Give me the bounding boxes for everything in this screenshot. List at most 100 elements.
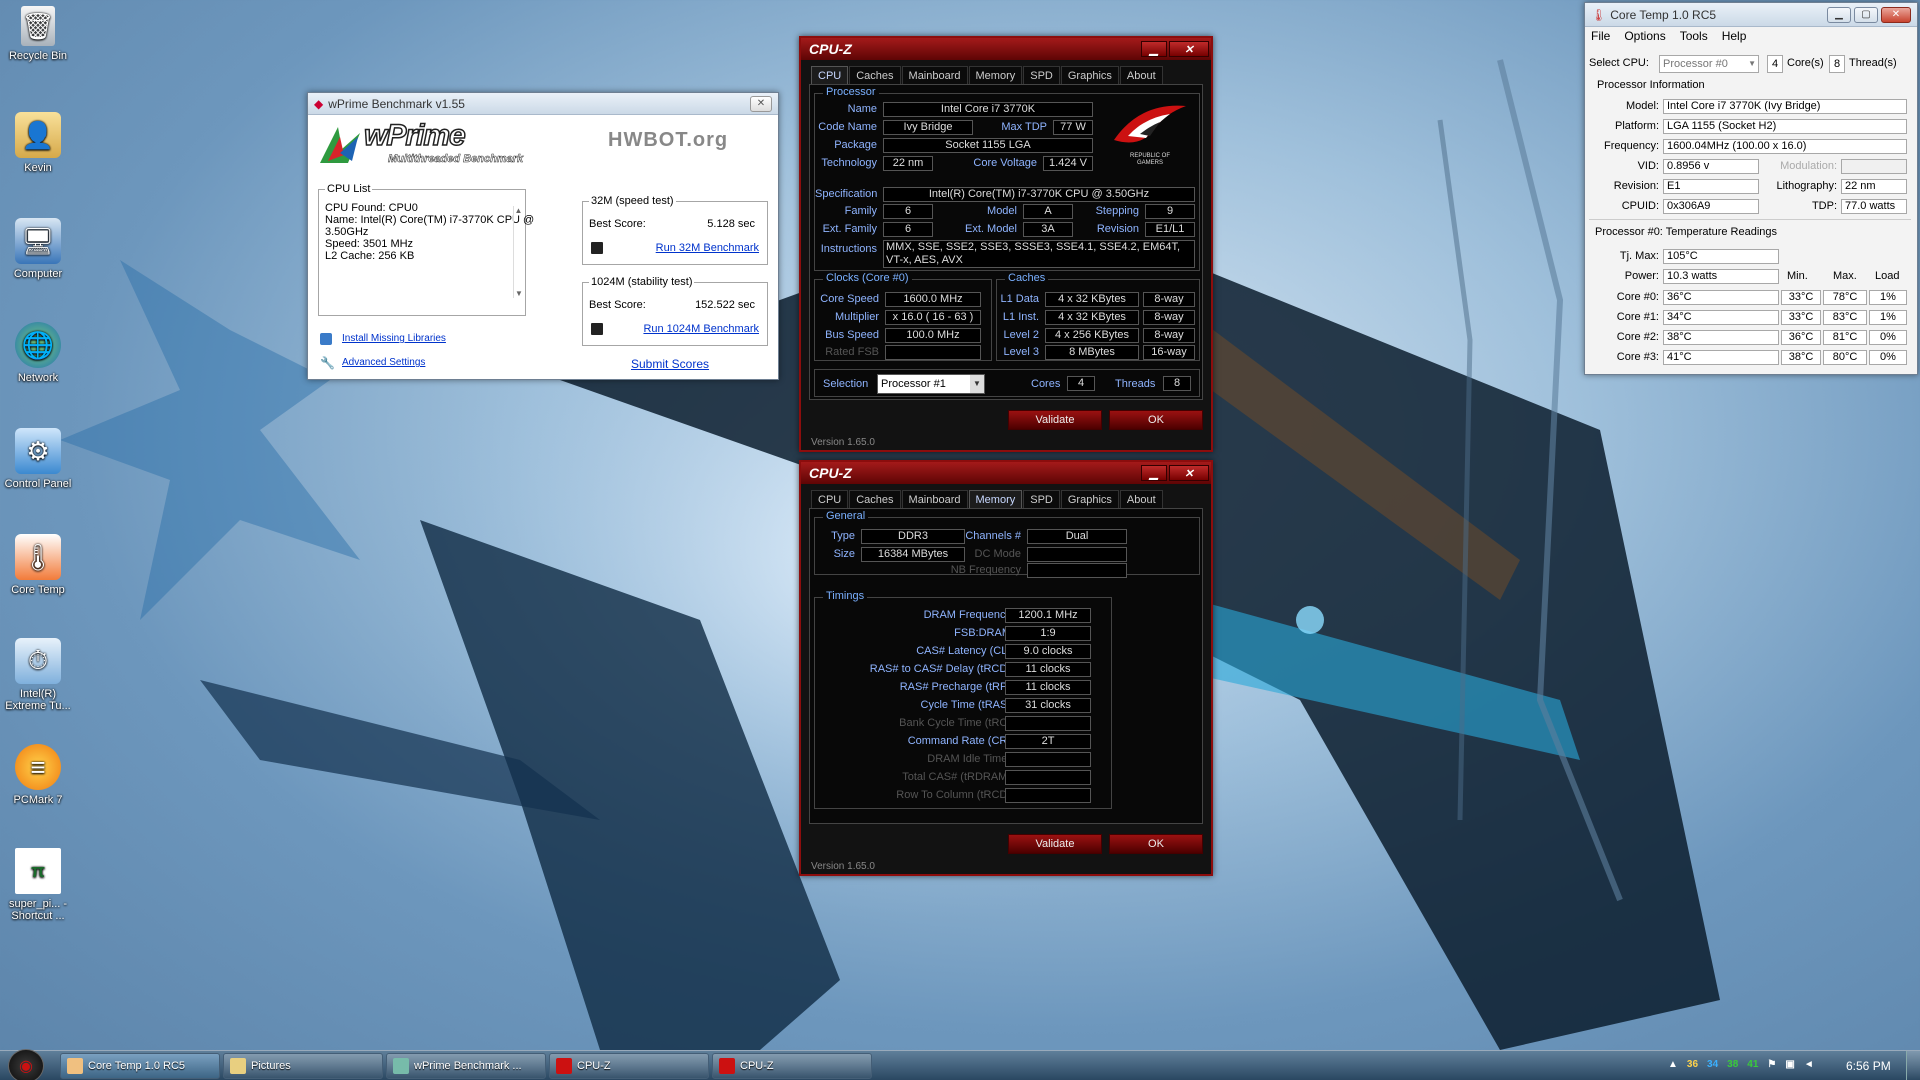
selection-label: Selection [823,378,869,390]
core-temp-window: 🌡 Core Temp 1.0 RC5 ▁ ▢ ✕ File Options T… [1584,2,1918,375]
processor-select[interactable]: Processor #1 ▼ [877,374,985,394]
validate-button[interactable]: Validate [1008,410,1102,430]
scroll-down-icon[interactable]: ▼ [514,289,524,298]
platform-label: Platform: [1614,120,1659,132]
tab-mainboard[interactable]: Mainboard [901,490,968,509]
taskbar-item-pictures[interactable]: Pictures [223,1053,383,1079]
core-load: 1% [1869,310,1907,325]
cpu-list-scrollbar[interactable]: ▲ ▼ [513,206,523,298]
flag-icon[interactable]: ⚑ [1767,1059,1776,1070]
tab-cpu[interactable]: CPU [811,490,849,509]
close-button[interactable]: ✕ [1169,41,1209,57]
desktop-icon-network[interactable]: 🌐 Network [2,322,74,384]
desktop-icon-kevin[interactable]: 👤 Kevin [2,112,74,174]
desktop-icon-recycle-bin[interactable]: 🗑 Recycle Bin [2,6,74,62]
tray-core-temp[interactable]: 41 [1747,1059,1758,1070]
tab-cpu[interactable]: CPU [811,66,849,85]
install-missing-libraries-link[interactable]: Install Missing Libraries [342,333,446,344]
menu-help[interactable]: Help [1722,29,1747,43]
wprime-titlebar[interactable]: ◆ wPrime Benchmark v1.55 ✕ [308,93,778,115]
tab-graphics[interactable]: Graphics [1060,490,1119,509]
tab-about[interactable]: About [1119,66,1163,85]
tab-about[interactable]: About [1119,490,1163,509]
close-button[interactable]: ✕ [1169,465,1209,481]
desktop-icon-super-pi[interactable]: π super_pi... - Shortcut ... [2,848,74,922]
maximize-button[interactable]: ▢ [1854,6,1878,23]
volume-icon[interactable]: ◄ [1804,1059,1814,1070]
technology-label: Technology [821,157,877,169]
taskbar-clock[interactable]: 6:56 PM [1846,1059,1891,1073]
ext-family-value: 6 [883,222,933,237]
run-32m-link[interactable]: Run 32M Benchmark [656,242,759,254]
desktop-icon-label: super_pi... - Shortcut ... [8,898,68,922]
validate-button[interactable]: Validate [1008,834,1102,854]
tray-expand-icon[interactable]: ▲ [1668,1059,1678,1070]
tray-core-temp[interactable]: 36 [1687,1059,1698,1070]
close-button[interactable]: ✕ [750,95,772,112]
hwbot-logo[interactable]: HWBOT.org [608,129,728,152]
cpuz-titlebar[interactable]: CPU-Z ▁ ✕ [801,38,1211,60]
tab-memory[interactable]: Memory [968,66,1023,85]
tray-core-temp[interactable]: 34 [1707,1059,1718,1070]
timing-label: Bank Cycle Time (tRC) [899,717,1011,729]
show-desktop-button[interactable] [1906,1051,1920,1080]
core-temp-titlebar[interactable]: 🌡 Core Temp 1.0 RC5 ▁ ▢ ✕ [1585,3,1917,27]
taskbar-item-cpuz-1[interactable]: CPU-Z [549,1053,709,1079]
tab-spd[interactable]: SPD [1023,490,1060,509]
menu-tools[interactable]: Tools [1680,29,1708,43]
close-button[interactable]: ✕ [1881,6,1911,23]
tray-core-temp[interactable]: 38 [1727,1059,1738,1070]
minimize-button[interactable]: ▁ [1141,465,1167,481]
scroll-up-icon[interactable]: ▲ [514,206,523,215]
memory-size-value: 16384 MBytes [861,547,965,562]
desktop-icon-computer[interactable]: 🖥 Computer [2,218,74,280]
cpuz-tab-bar: CPU Caches Mainboard Memory SPD Graphics… [811,66,1164,85]
menu-options[interactable]: Options [1624,29,1665,43]
thermometer-icon [67,1058,83,1074]
desktop-icon-label: Kevin [24,162,52,174]
core-label: Core #0: [1616,291,1659,303]
run-1024m-link[interactable]: Run 1024M Benchmark [643,323,759,335]
cpuz-app-icon [556,1058,572,1074]
taskbar-item-cpuz-2[interactable]: CPU-Z [712,1053,872,1079]
desktop-icon-control-panel[interactable]: ⚙ Control Panel [2,428,74,490]
desktop-icon-intel-xtu[interactable]: ⏱ Intel(R) Extreme Tu... [2,638,74,712]
tdp-value: 77.0 watts [1841,199,1907,214]
tab-caches[interactable]: Caches [849,66,901,85]
minimize-button[interactable]: ▁ [1141,41,1167,57]
desktop-icon-pcmark[interactable]: ≡ PCMark 7 [2,744,74,806]
advanced-settings-link[interactable]: Advanced Settings [342,357,425,368]
select-cpu-dropdown[interactable]: Processor #0 ▼ [1659,55,1759,73]
tab-caches[interactable]: Caches [849,490,901,509]
core-min-temperature: 33°C [1781,310,1821,325]
tdp-label: TDP: [1811,200,1837,212]
select-cpu-label: Select CPU: [1589,57,1649,69]
core-voltage-value: 1.424 V [1043,156,1093,171]
desktop-icon-core-temp[interactable]: 🌡 Core Temp [2,534,74,596]
chevron-down-icon: ▼ [970,375,984,393]
core-temperature: 41°C [1663,350,1779,365]
start-button[interactable]: ◉ [8,1049,44,1080]
tab-graphics[interactable]: Graphics [1060,66,1119,85]
size-label: Size [833,548,855,560]
floppy-disk-icon[interactable] [591,323,603,335]
min-header: Min. [1787,270,1808,282]
vid-label: VID: [1637,160,1659,172]
network-icon[interactable]: ▣ [1785,1059,1794,1070]
submit-scores-link[interactable]: Submit Scores [631,357,709,371]
timing-value [1005,752,1091,767]
taskbar-item-core-temp[interactable]: Core Temp 1.0 RC5 [60,1053,220,1079]
tab-spd[interactable]: SPD [1023,66,1060,85]
ok-button[interactable]: OK [1109,834,1203,854]
specification-value: Intel(R) Core(TM) i7-3770K CPU @ 3.50GHz [883,187,1195,202]
cpuz-titlebar[interactable]: CPU-Z ▁ ✕ [801,462,1211,484]
menu-file[interactable]: File [1591,29,1610,43]
cpu-list-text[interactable]: CPU Found: CPU0 Name: Intel(R) Core(TM) … [325,202,534,262]
minimize-button[interactable]: ▁ [1827,6,1851,23]
taskbar-item-wprime[interactable]: wPrime Benchmark ... [386,1053,546,1079]
ok-button[interactable]: OK [1109,410,1203,430]
tab-memory[interactable]: Memory [968,490,1023,509]
tab-mainboard[interactable]: Mainboard [901,66,968,85]
floppy-disk-icon[interactable] [591,242,603,254]
close-icon: ✕ [1184,43,1194,56]
